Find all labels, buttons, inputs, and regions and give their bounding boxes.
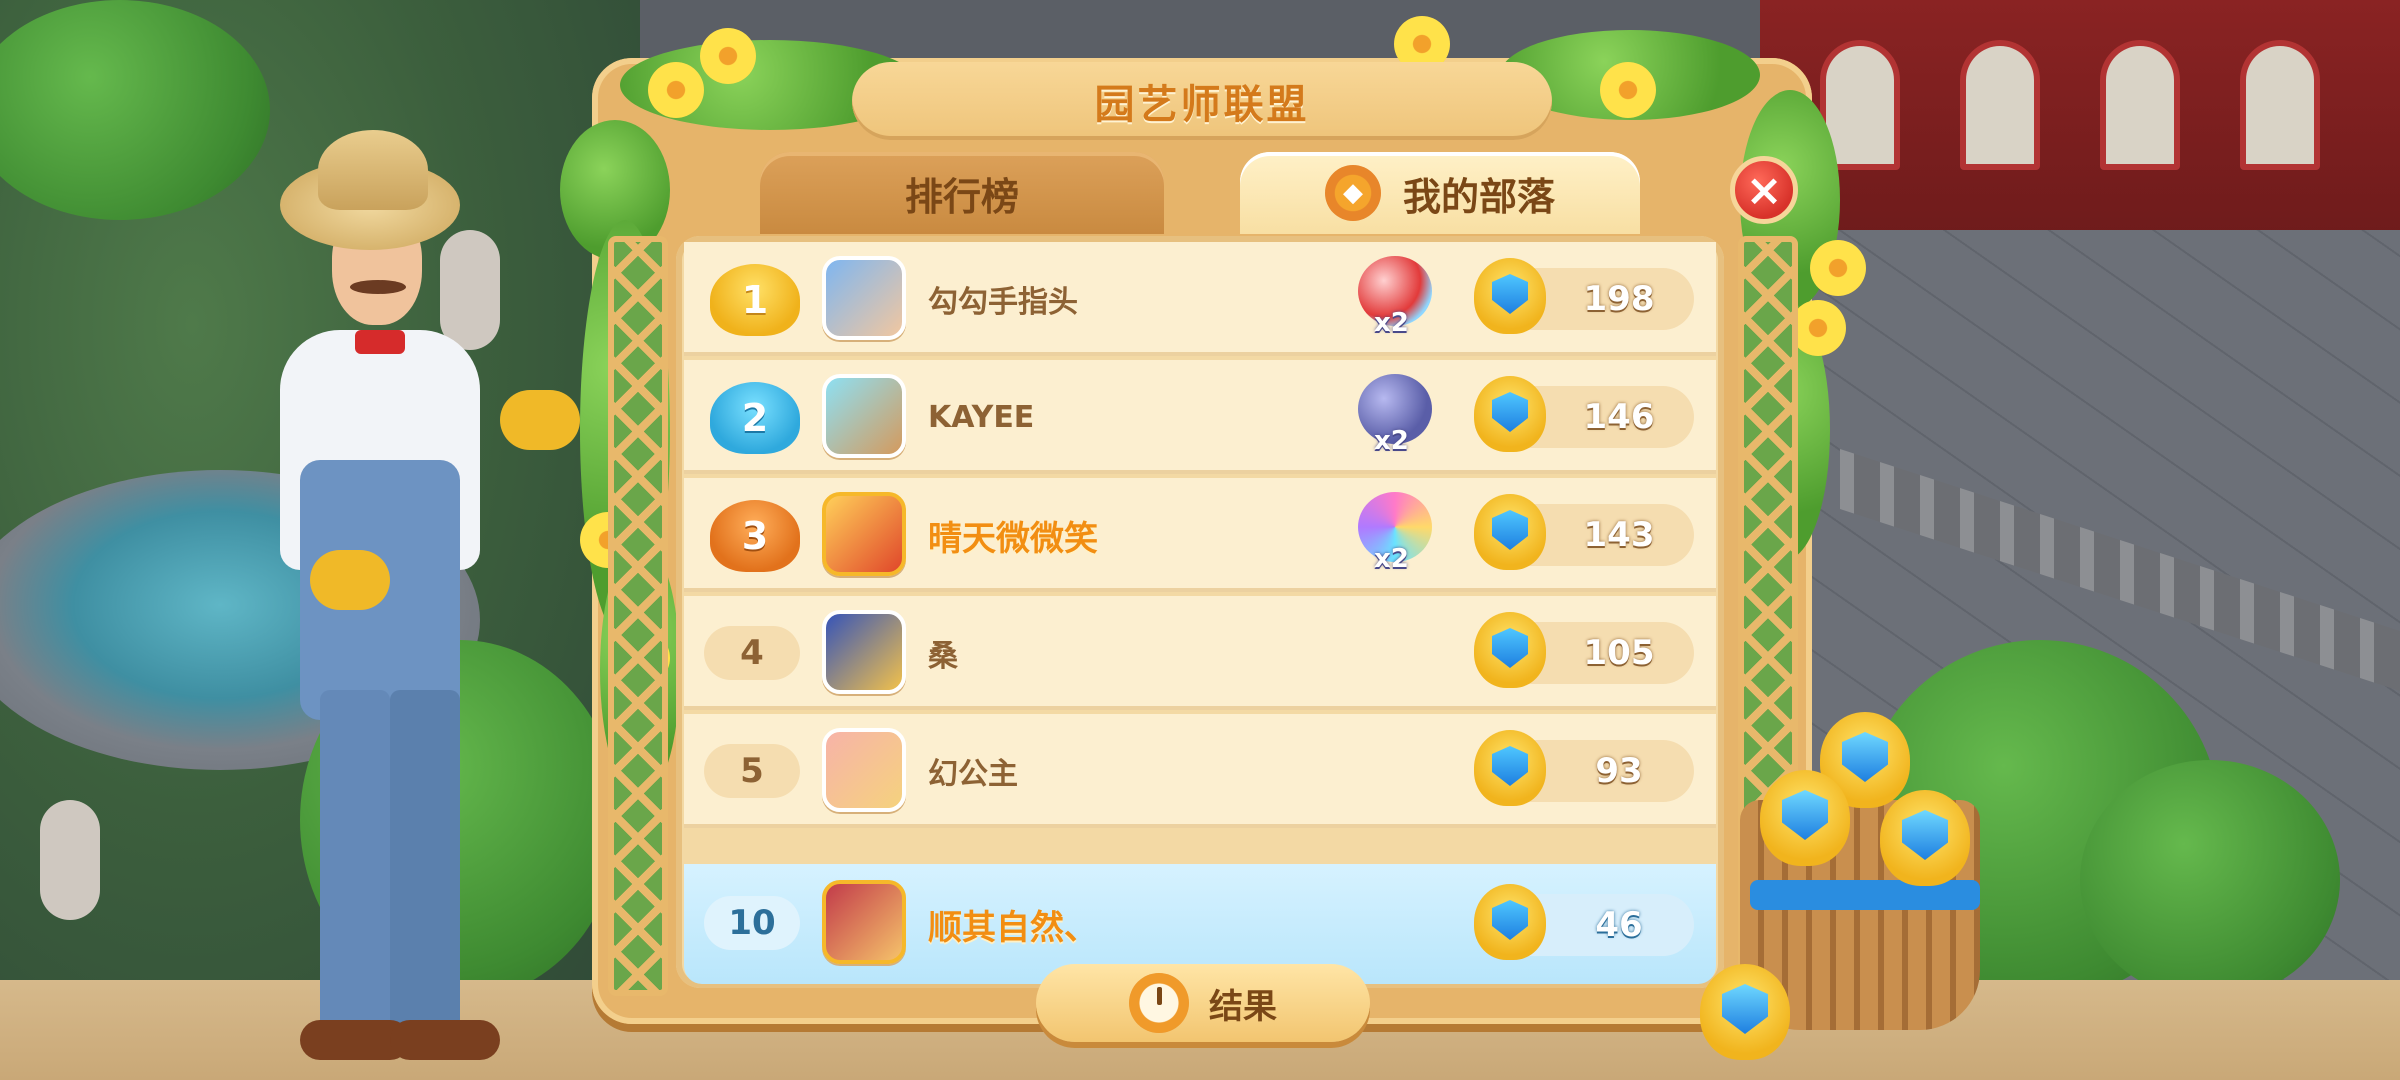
tribe-shield-icon: ◆ (1324, 165, 1381, 221)
trophy-icon (1474, 376, 1546, 452)
yellow-flower (700, 28, 756, 84)
yellow-flower (1810, 240, 1866, 296)
avatar[interactable] (822, 374, 906, 458)
reward-multiplier: x2 (1374, 426, 1409, 456)
reward-booster: x2 (1344, 488, 1454, 582)
score: 93 (1595, 751, 1643, 791)
trophy-icon (1474, 612, 1546, 688)
leaderboard-row[interactable]: 2 KAYEE x2 146 (684, 360, 1716, 474)
rank-number: 3 (741, 514, 769, 558)
my-avatar[interactable] (822, 880, 906, 964)
hedge (2080, 760, 2340, 1000)
my-rank-number: 10 (704, 896, 800, 950)
leaderboard-row[interactable]: 1 勾勾手指头 x2 198 (684, 242, 1716, 356)
player-name: KAYEE (928, 399, 1035, 435)
tab-leaderboard-label: 排行榜 (904, 174, 1019, 219)
panel-title: 园艺师联盟 (1094, 82, 1310, 128)
yellow-flower (1600, 62, 1656, 118)
bunny-statue (40, 800, 100, 920)
trophy-icon (1474, 494, 1546, 570)
tab-my-tribe[interactable]: ◆ 我的部落 (1240, 152, 1640, 234)
leaderboard-row[interactable]: 4 桑 105 (684, 596, 1716, 710)
reward-booster: x2 (1344, 370, 1454, 464)
score: 143 (1583, 515, 1655, 555)
close-button[interactable]: × (1730, 156, 1798, 224)
avatar[interactable] (822, 728, 906, 812)
yellow-flower (1790, 300, 1846, 356)
leaderboard-list[interactable]: 1 勾勾手指头 x2 198 2 KAYEE x2 146 3 晴天微微笑 x2… (676, 236, 1724, 988)
my-score: 46 (1595, 905, 1643, 945)
red-building (1760, 0, 2400, 240)
result-button-label: 结果 (1209, 986, 1277, 1027)
rank-number: 2 (741, 396, 769, 440)
player-name: 幻公主 (928, 757, 1018, 792)
result-button[interactable]: 结果 (1036, 964, 1370, 1042)
reward-multiplier: x2 (1374, 544, 1409, 574)
building-window (1960, 40, 2040, 170)
bronze-trophy-icon: 3 (710, 500, 800, 572)
building-window (2240, 40, 2320, 170)
trophy-icon (1474, 258, 1546, 334)
lattice-left (608, 236, 668, 996)
panel-title-bar: 园艺师联盟 (852, 62, 1552, 140)
blue-trophy-icon: 2 (710, 382, 800, 454)
leaderboard-row[interactable]: 5 幻公主 93 (684, 714, 1716, 828)
score: 146 (1583, 397, 1655, 437)
yellow-flower (648, 62, 704, 118)
avatar[interactable] (822, 492, 906, 576)
avatar[interactable] (822, 256, 906, 340)
trophy-icon (1700, 964, 1790, 1060)
rank-number: 1 (741, 278, 769, 322)
alarm-clock-icon (1129, 973, 1189, 1033)
reward-multiplier: x2 (1374, 308, 1409, 338)
gold-trophy-icon: 1 (710, 264, 800, 336)
score: 105 (1583, 633, 1655, 673)
player-name: 勾勾手指头 (928, 285, 1078, 320)
player-name: 晴天微微笑 (928, 518, 1098, 559)
avatar[interactable] (822, 610, 906, 694)
rank-number: 4 (704, 626, 800, 680)
leaderboard-row[interactable]: 3 晴天微微笑 x2 143 (684, 478, 1716, 592)
close-icon: × (1745, 164, 1783, 216)
building-window (2100, 40, 2180, 170)
tab-leaderboard[interactable]: 排行榜 (760, 152, 1164, 234)
tab-my-tribe-label: 我的部落 (1402, 174, 1555, 219)
gardener-character (240, 130, 620, 1080)
basket-ribbon (1750, 880, 1980, 910)
player-name: 桑 (928, 639, 958, 674)
trophy-icon (1474, 730, 1546, 806)
reward-booster: x2 (1344, 252, 1454, 346)
trophy-icon (1880, 790, 1970, 886)
rank-number: 5 (704, 744, 800, 798)
score: 198 (1583, 279, 1655, 319)
trophy-icon (1760, 770, 1850, 866)
trophy-icon (1474, 884, 1546, 960)
